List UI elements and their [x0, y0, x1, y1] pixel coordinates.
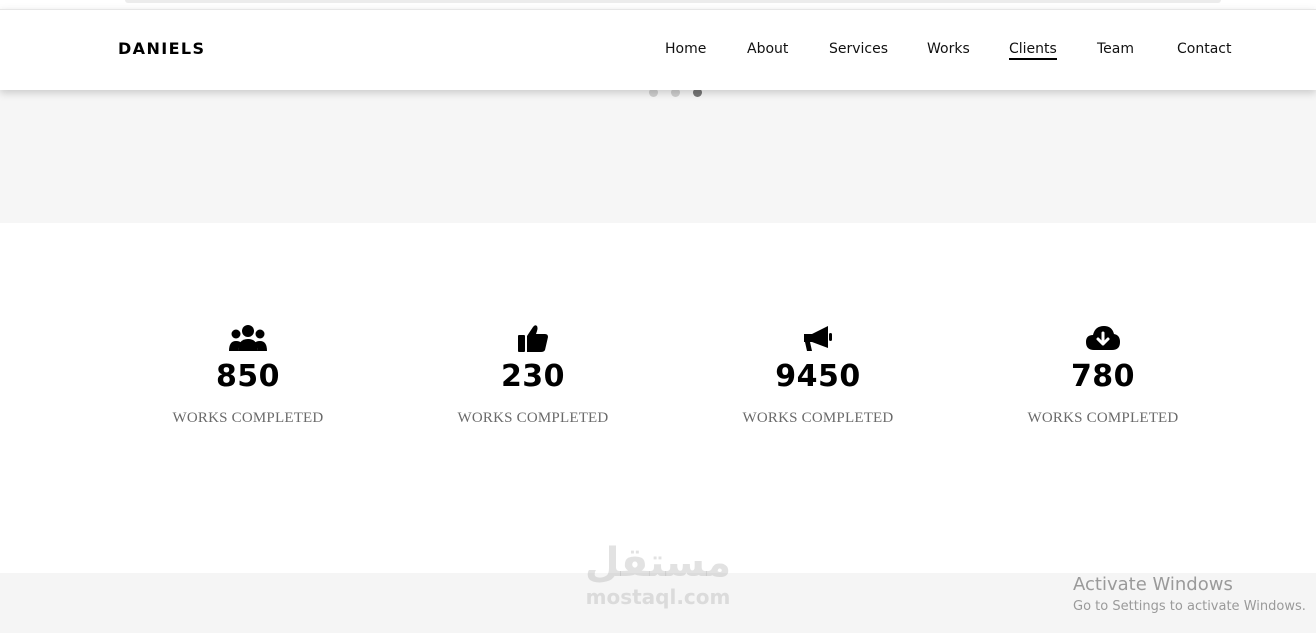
- cloud-download-icon: [983, 321, 1223, 355]
- stat-value: 230: [500, 359, 566, 394]
- mostaql-watermark: مستقل mostaql.com: [578, 540, 748, 608]
- navbar: DANIELS Home About Services Works Client…: [0, 9, 1316, 90]
- stat-item: 230 WORKS COMPLETED: [413, 321, 653, 427]
- watermark-arabic: مستقل: [584, 540, 732, 586]
- nav-link-works[interactable]: Works: [927, 41, 970, 57]
- stat-label: WORKS COMPLETED: [1027, 410, 1179, 426]
- browser-top-strip: [0, 0, 1316, 9]
- stat-value: 850: [215, 359, 281, 394]
- stat-label: WORKS COMPLETED: [742, 410, 894, 426]
- users-icon: [128, 321, 368, 355]
- stat-label: WORKS COMPLETED: [172, 410, 324, 426]
- testimonial-slider-band: [0, 88, 1316, 223]
- thumbs-up-icon: [413, 321, 653, 355]
- activate-subtitle: Go to Settings to activate Windows.: [1073, 599, 1306, 614]
- activate-windows-notice: Activate Windows Go to Settings to activ…: [1073, 574, 1306, 617]
- stat-item: 780 WORKS COMPLETED: [983, 321, 1223, 427]
- scroll-bar-remnant: [125, 0, 1221, 3]
- megaphone-icon: [698, 321, 938, 355]
- nav-link-team[interactable]: Team: [1097, 41, 1134, 57]
- nav-link-clients[interactable]: Clients: [1009, 41, 1057, 60]
- nav-link-home[interactable]: Home: [665, 41, 706, 57]
- activate-title: Activate Windows: [1073, 574, 1233, 595]
- nav-link-about[interactable]: About: [747, 41, 788, 57]
- stats-section: 850 WORKS COMPLETED 230 WORKS COMPLETED …: [0, 223, 1316, 573]
- stat-item: 850 WORKS COMPLETED: [128, 321, 368, 427]
- stat-item: 9450 WORKS COMPLETED: [698, 321, 938, 427]
- stat-value: 780: [1070, 359, 1136, 394]
- stat-value: 9450: [775, 359, 861, 394]
- stat-label: WORKS COMPLETED: [457, 410, 609, 426]
- nav-link-services[interactable]: Services: [829, 41, 888, 57]
- watermark-latin: mostaql.com: [585, 585, 731, 609]
- nav-link-contact[interactable]: Contact: [1177, 41, 1231, 57]
- nav-links: Home About Services Works Clients Team C…: [0, 41, 1316, 65]
